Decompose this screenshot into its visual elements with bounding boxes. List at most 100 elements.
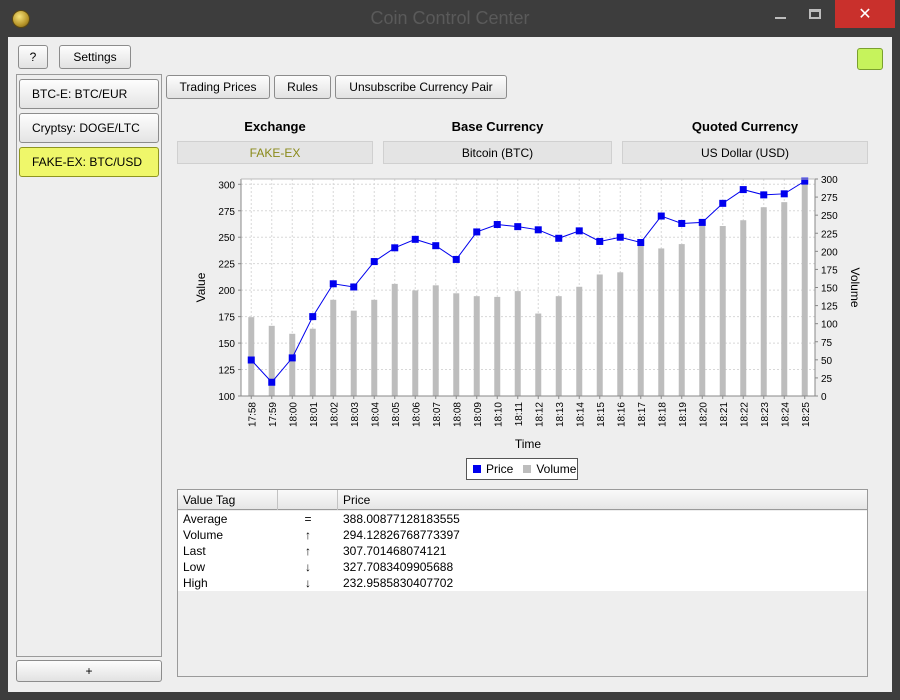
price-point [616,233,624,241]
tab-trading-prices[interactable]: Trading Prices [166,75,270,99]
cell-price: 232.9585830407702 [343,576,454,590]
help-button[interactable]: ? [18,45,48,69]
value-table: Value Tag Price Average = 388.008771281835… [177,489,868,677]
x-tick-label: 18:07 [432,402,443,427]
volume-bar [371,299,378,396]
price-point [534,226,542,234]
legend-volume-label: Volume [536,462,577,476]
tab-rules[interactable]: Rules [274,75,331,99]
x-tick-label: 18:15 [596,402,607,427]
y-tick-label: 225 [218,260,235,271]
x-tick-label: 18:21 [719,402,730,427]
price-point [739,186,747,194]
cell-trend-symbol: = [304,512,312,526]
cell-price: 307.701468074121 [343,544,447,558]
price-point [678,219,686,227]
cell-value-tag: High [183,576,208,590]
volume-bar [637,243,644,396]
volume-bar [760,207,767,396]
price-point [760,191,768,199]
add-pair-button[interactable]: + [16,660,162,682]
volume-bar [473,296,480,396]
y-axis-label: Value [194,272,208,302]
column-header-symbol[interactable] [278,490,338,510]
column-header-value-tag[interactable]: Value Tag [178,490,278,510]
y-tick-label: 300 [218,180,235,191]
app-window: Coin Control Center ✕ ? Settings BTC-E: … [0,0,900,700]
price-point [350,283,358,291]
y2-tick-label: 150 [821,284,838,295]
x-tick-label: 18:24 [780,402,791,427]
cell-value-tag: Last [183,544,206,558]
x-tick-label: 18:14 [575,402,586,427]
currency-pair-list: BTC-E: BTC/EUR Cryptsy: DOGE/LTC FAKE-EX… [16,74,162,657]
y-tick-label: 275 [218,207,235,218]
table-row[interactable]: Average = 388.00877128183555 [178,511,867,527]
legend-price-swatch [473,465,481,473]
title-bar[interactable]: Coin Control Center ✕ [0,0,900,37]
x-tick-label: 18:03 [350,402,361,427]
table-row[interactable]: High ↓ 232.9585830407702 [178,575,867,591]
cell-trend-symbol: ↑ [305,528,311,542]
volume-bar [699,223,706,396]
y2-tick-label: 75 [821,338,833,349]
price-point [514,223,522,231]
price-point [657,212,665,220]
y2-tick-label: 50 [821,356,833,367]
x-tick-label: 18:18 [657,402,668,427]
price-volume-chart: 100 125 150 175 200 225 250 275 300 0 25 50 75 100 125… [194,175,862,451]
volume-bar [801,183,808,396]
base-currency-label: Base Currency [451,119,544,134]
cell-price: 327.7083409905688 [343,560,454,574]
cell-value-tag: Low [183,560,206,574]
volume-bar [596,274,603,396]
y2-tick-label: 0 [821,392,827,403]
volume-bar [576,286,583,396]
exchange-label: Exchange [244,119,306,134]
pair-item-btce-btc-eur[interactable]: BTC-E: BTC/EUR [19,79,159,109]
pair-item-cryptsy-doge-ltc[interactable]: Cryptsy: DOGE/LTC [19,113,159,143]
x-tick-label: 18:10 [493,402,504,427]
plot-area [241,179,815,396]
settings-button[interactable]: Settings [59,45,131,69]
x-tick-label: 18:22 [739,402,750,427]
x-tick-label: 18:12 [534,402,545,427]
cell-price: 388.00877128183555 [343,512,460,526]
y2-tick-label: 200 [821,247,838,258]
cell-trend-symbol: ↓ [305,576,311,590]
table-row[interactable]: Last ↑ 307.701468074121 [178,543,867,559]
volume-bar [781,202,788,396]
y2-tick-label: 125 [821,302,838,313]
price-point [391,244,399,252]
status-indicator[interactable] [857,48,883,70]
price-point [411,235,419,243]
x-tick-label: 18:25 [801,402,812,427]
table-row[interactable]: Low ↓ 327.7083409905688 [178,559,867,575]
unsubscribe-button[interactable]: Unsubscribe Currency Pair [335,75,507,99]
quoted-currency-field: US Dollar (USD) [622,141,868,164]
x-tick-label: 18:19 [678,402,689,427]
table-row[interactable]: Volume ↑ 294.12826768773397 [178,527,867,543]
volume-bar [678,244,685,396]
x-tick-label: 18:13 [555,402,566,427]
volume-bar [350,310,357,396]
pair-item-fakeex-btc-usd[interactable]: FAKE-EX: BTC/USD [19,147,159,177]
y2-tick-label: 250 [821,211,838,222]
price-point [432,242,440,250]
cell-value-tag: Average [183,512,228,526]
close-icon[interactable]: ✕ [835,0,895,28]
maximize-icon[interactable] [800,0,830,28]
base-currency-field: Bitcoin (BTC) [383,141,612,164]
y2-tick-label: 225 [821,229,838,240]
column-header-price[interactable]: Price [338,490,867,510]
price-point [452,255,460,263]
volume-bar [514,291,521,396]
x-tick-label: 17:59 [268,402,279,427]
exchange-field: FAKE-EX [177,141,373,164]
price-point [780,190,788,198]
minimize-icon[interactable] [765,0,795,28]
volume-bar [658,248,665,396]
price-point [596,237,604,245]
x-tick-label: 18:06 [411,402,422,427]
x-tick-label: 18:16 [616,402,627,427]
